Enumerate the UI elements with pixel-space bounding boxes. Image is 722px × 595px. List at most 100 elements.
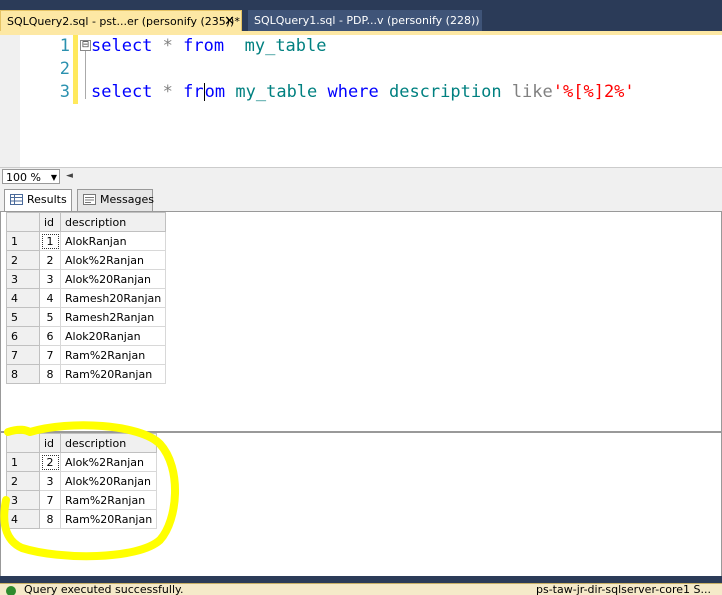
- cell-id[interactable]: 5: [39, 307, 61, 327]
- column-header-id[interactable]: id: [39, 212, 61, 232]
- header-row: id description: [6, 212, 167, 232]
- table-row: 3 3 Alok%20Ranjan: [6, 269, 167, 289]
- row-number[interactable]: 6: [6, 326, 40, 346]
- editor-gutter: [0, 35, 20, 167]
- cell-id[interactable]: 2: [39, 452, 61, 472]
- table-row: 2 2 Alok%2Ranjan: [6, 250, 167, 270]
- table-row: 1 1 AlokRanjan: [6, 231, 167, 251]
- tab-label: SQLQuery2.sql - pst...er (personify (235…: [7, 15, 240, 28]
- messages-icon: [83, 194, 96, 205]
- query-editor[interactable]: 1 2 3 ⊟ select * from my_table select * …: [0, 35, 722, 167]
- column-header-id[interactable]: id: [39, 433, 61, 453]
- keyword: where: [327, 82, 379, 102]
- close-icon[interactable]: ✕: [224, 11, 235, 33]
- row-number[interactable]: 7: [6, 345, 40, 365]
- row-number[interactable]: 2: [6, 471, 40, 491]
- row-number[interactable]: 3: [6, 269, 40, 289]
- row-number[interactable]: 5: [6, 307, 40, 327]
- line-number: 2: [59, 59, 70, 79]
- keyword: om: [204, 82, 226, 102]
- cell-id[interactable]: 6: [39, 326, 61, 346]
- tab-sqlquery1[interactable]: SQLQuery1.sql - PDP...v (personify (228)…: [248, 10, 482, 32]
- operator: like: [511, 82, 553, 102]
- grid-icon: [10, 194, 23, 205]
- status-bar: Query executed successfully. ps-taw-jr-d…: [0, 583, 722, 595]
- row-number[interactable]: 8: [6, 364, 40, 384]
- results-grid-2: id description 1 2 Alok%2Ranjan 2 3 Alok%20R…: [0, 433, 722, 576]
- cell-id[interactable]: 4: [39, 288, 61, 308]
- zoom-select[interactable]: 100 % ▼: [2, 169, 60, 184]
- line-number: 1: [59, 36, 70, 56]
- table-row: 8 8 Ram%20Ranjan: [6, 364, 167, 384]
- cell-description[interactable]: Alok%20Ranjan: [59, 471, 158, 491]
- server-name: ps-taw-jr-dir-sqlserver-core1 S...: [536, 583, 712, 595]
- editor-status-row: 100 % ▼ ◄: [0, 167, 722, 186]
- table-row: 5 5 Ramesh2Ranjan: [6, 307, 167, 327]
- results-grid-1: id description 1 1 AlokRanjan 2 2 Alok%2Ranj…: [0, 212, 722, 431]
- cell-id[interactable]: 3: [39, 269, 61, 289]
- tab-label: Results: [27, 193, 67, 206]
- result-tabs: Results Messages: [0, 185, 722, 212]
- row-number[interactable]: 4: [6, 288, 40, 308]
- chevron-down-icon: ▼: [50, 173, 57, 182]
- table-row: 3 7 Ram%2Ranjan: [6, 490, 158, 510]
- results-table-2: id description 1 2 Alok%2Ranjan 2 3 Alok%20R…: [6, 433, 158, 529]
- cell-description[interactable]: Alok%2Ranjan: [59, 452, 158, 472]
- keyword: fr: [183, 82, 204, 102]
- row-number[interactable]: 4: [6, 509, 40, 529]
- cell-id[interactable]: 3: [39, 471, 61, 491]
- operator: *: [162, 36, 173, 56]
- keyword: select: [91, 82, 153, 102]
- tab-sqlquery2[interactable]: SQLQuery2.sql - pst...er (personify (235…: [0, 10, 242, 32]
- keyword: select: [91, 36, 153, 56]
- cell-description[interactable]: Ramesh20Ranjan: [59, 288, 167, 308]
- cell-id[interactable]: 2: [39, 250, 61, 270]
- collapse-outline-icon[interactable]: ⊟: [80, 40, 91, 51]
- row-number[interactable]: 1: [6, 231, 40, 251]
- cell-description[interactable]: Ram%2Ranjan: [59, 490, 158, 510]
- cell-id[interactable]: 7: [39, 345, 61, 365]
- cell-description[interactable]: Ramesh2Ranjan: [59, 307, 167, 327]
- document-tab-strip: SQLQuery2.sql - pst...er (personify (235…: [0, 0, 722, 32]
- tab-results[interactable]: Results: [4, 189, 72, 211]
- cell-id[interactable]: 1: [39, 231, 61, 251]
- table-row: 1 2 Alok%2Ranjan: [6, 452, 158, 472]
- cell-description[interactable]: Alok%20Ranjan: [59, 269, 167, 289]
- cell-description[interactable]: Ram%2Ranjan: [59, 345, 167, 365]
- cell-description[interactable]: Alok20Ranjan: [59, 326, 167, 346]
- cell-description[interactable]: AlokRanjan: [59, 231, 167, 251]
- cell-id[interactable]: 8: [39, 509, 61, 529]
- table-row: 4 8 Ram%20Ranjan: [6, 509, 158, 529]
- zoom-value: 100 %: [6, 171, 41, 184]
- column-header-description[interactable]: description: [59, 433, 158, 453]
- cell-description[interactable]: Ram%20Ranjan: [59, 509, 158, 529]
- row-number[interactable]: 1: [6, 452, 40, 472]
- keyword: from: [183, 36, 225, 56]
- column-header-description[interactable]: description: [59, 212, 167, 232]
- table-row: 7 7 Ram%2Ranjan: [6, 345, 167, 365]
- row-number[interactable]: 3: [6, 490, 40, 510]
- scroll-left-icon[interactable]: ◄: [66, 171, 73, 181]
- corner-cell[interactable]: [6, 212, 40, 232]
- table-row: 2 3 Alok%20Ranjan: [6, 471, 158, 491]
- cell-id[interactable]: 8: [39, 364, 61, 384]
- row-number[interactable]: 2: [6, 250, 40, 270]
- cell-id[interactable]: 7: [39, 490, 61, 510]
- outline-guide: [85, 51, 86, 99]
- header-row: id description: [6, 433, 158, 453]
- string-literal: '%[%]2%': [552, 82, 635, 102]
- operator: *: [162, 82, 173, 102]
- column-name: description: [388, 82, 502, 102]
- tab-label: SQLQuery1.sql - PDP...v (personify (228)…: [254, 14, 480, 27]
- cell-description[interactable]: Ram%20Ranjan: [59, 364, 167, 384]
- code-line-3: select * from my_table where description…: [91, 81, 635, 104]
- change-tracking-bar: [73, 35, 78, 104]
- table-row: 6 6 Alok20Ranjan: [6, 326, 167, 346]
- cell-description[interactable]: Alok%2Ranjan: [59, 250, 167, 270]
- tab-label: Messages: [100, 193, 154, 206]
- table-name: my_table: [244, 36, 327, 56]
- tab-messages[interactable]: Messages: [77, 189, 154, 211]
- line-number: 3: [59, 82, 70, 102]
- status-message: Query executed successfully.: [24, 583, 184, 595]
- corner-cell[interactable]: [6, 433, 40, 453]
